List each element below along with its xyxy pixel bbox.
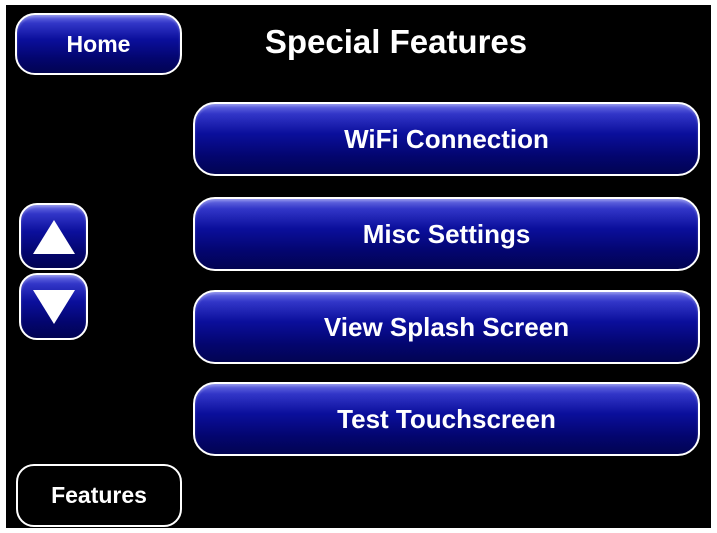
triangle-up-icon xyxy=(32,219,75,254)
triangle-down-icon xyxy=(32,289,75,324)
touchscreen-panel: Home Special Features WiFi Connection Mi… xyxy=(6,5,711,528)
features-button-label: Features xyxy=(51,482,147,508)
scroll-up-button[interactable] xyxy=(19,203,88,270)
home-button-label: Home xyxy=(66,30,131,57)
scroll-down-button[interactable] xyxy=(19,273,88,340)
misc-settings-button[interactable]: Misc Settings xyxy=(193,197,700,271)
test-touchscreen-button[interactable]: Test Touchscreen xyxy=(193,382,700,456)
view-splash-screen-button[interactable]: View Splash Screen xyxy=(193,290,700,364)
home-button[interactable]: Home xyxy=(15,13,182,75)
wifi-connection-button[interactable]: WiFi Connection xyxy=(193,102,700,176)
menu-item-label: Test Touchscreen xyxy=(337,403,556,434)
menu-item-label: WiFi Connection xyxy=(344,123,549,154)
menu-item-label: View Splash Screen xyxy=(323,311,570,342)
menu-item-label: Misc Settings xyxy=(362,218,531,249)
page-title: Special Features xyxy=(264,23,528,60)
features-button[interactable]: Features xyxy=(16,464,182,527)
